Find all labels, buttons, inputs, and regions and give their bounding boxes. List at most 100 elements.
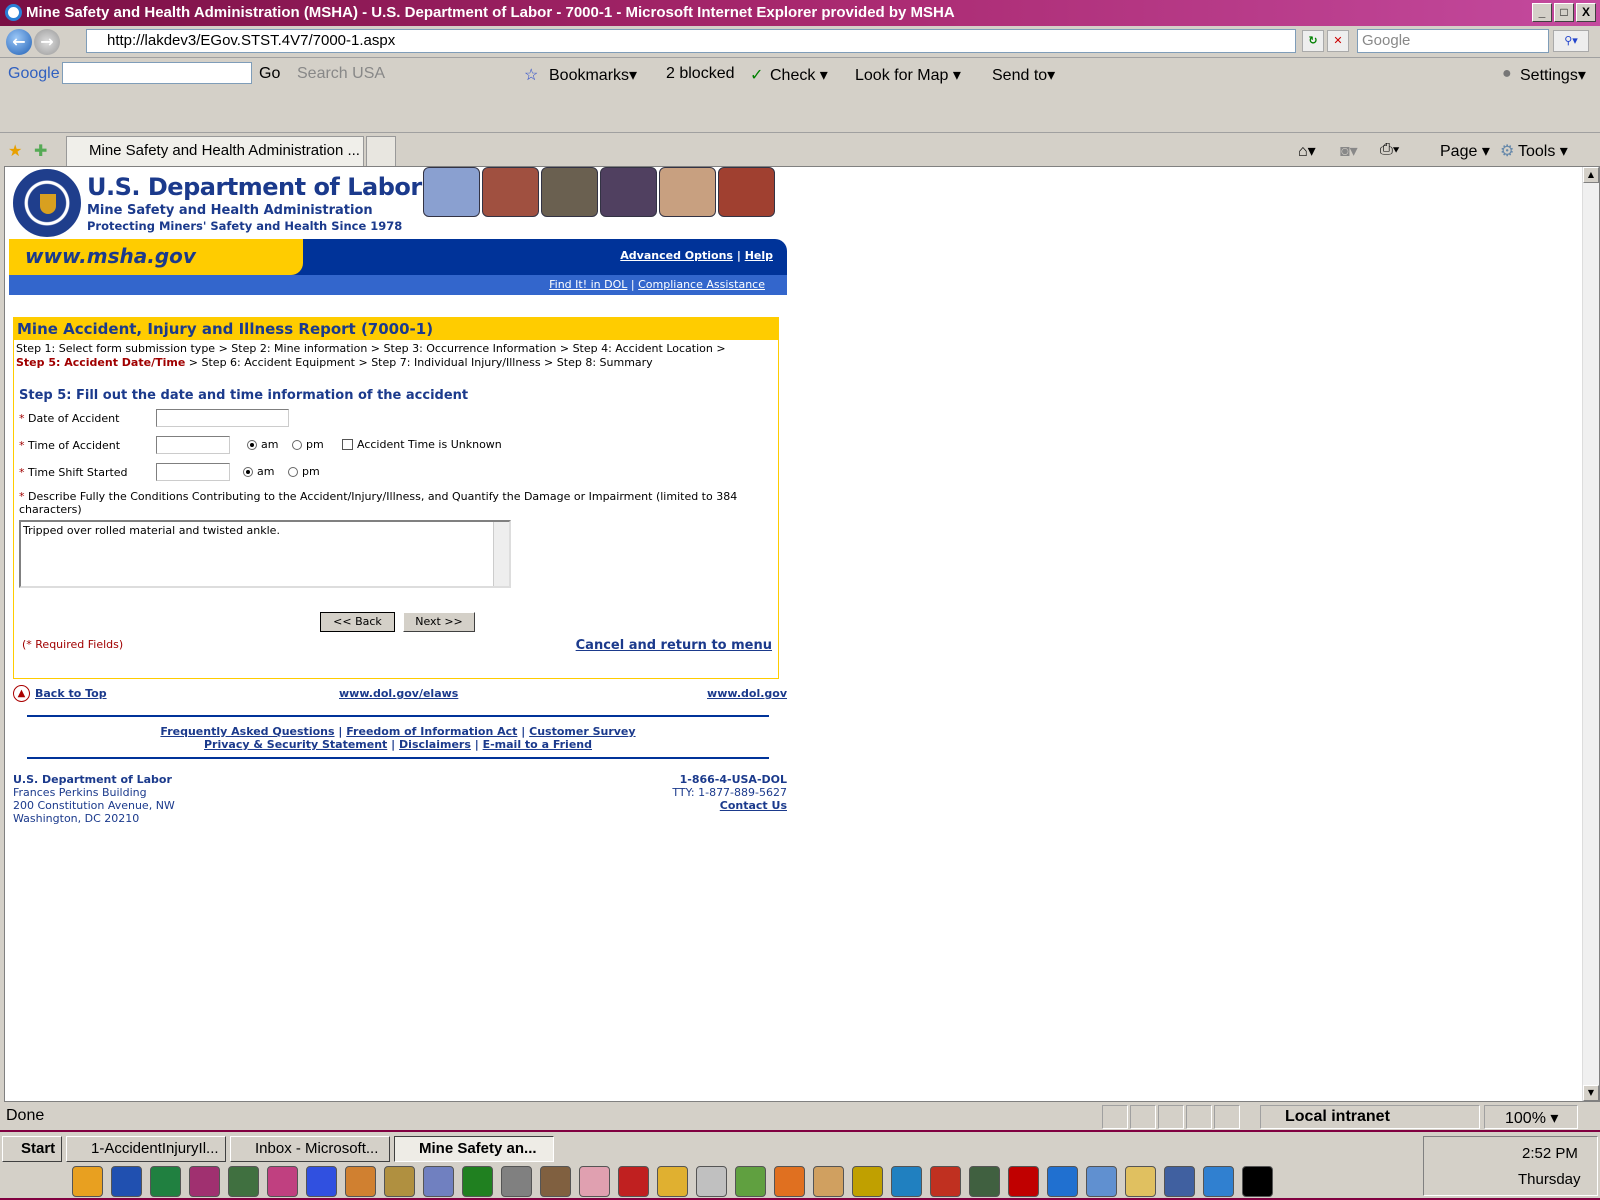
- popup-blocker-button[interactable]: 2 blocked: [666, 65, 735, 83]
- diamond-icon[interactable]: [501, 1166, 532, 1197]
- send-to-button[interactable]: Send to▾: [992, 65, 1055, 85]
- acrobat-icon[interactable]: [1008, 1166, 1039, 1197]
- ie-icon[interactable]: [1047, 1166, 1078, 1197]
- gremlin-icon[interactable]: [735, 1166, 766, 1197]
- favorites-star-icon[interactable]: ★: [8, 141, 22, 161]
- powerpoint-icon[interactable]: [189, 1166, 220, 1197]
- outlook-icon[interactable]: [72, 1166, 103, 1197]
- forward-nav-button[interactable]: →: [34, 29, 60, 55]
- cancel-link[interactable]: Cancel and return to menu: [576, 638, 772, 653]
- pinky-icon[interactable]: [579, 1166, 610, 1197]
- feeds-icon[interactable]: ◙▾: [1340, 141, 1358, 161]
- duck-icon[interactable]: [345, 1166, 376, 1197]
- sprite-icon[interactable]: [462, 1166, 493, 1197]
- ie-icon: [5, 4, 22, 21]
- search-input[interactable]: Google: [1357, 29, 1549, 53]
- project-icon[interactable]: [228, 1166, 259, 1197]
- look-for-map-button[interactable]: Look for Map ▾: [855, 65, 961, 85]
- help-link[interactable]: Help: [745, 249, 773, 262]
- back-button[interactable]: << Back: [320, 612, 395, 632]
- clock-time[interactable]: 2:52 PM: [1522, 1145, 1578, 1162]
- zoom-level[interactable]: 100% ▾: [1484, 1105, 1578, 1129]
- footer-link[interactable]: E-mail to a Friend: [483, 738, 592, 751]
- calc-icon[interactable]: [1164, 1166, 1195, 1197]
- taskbar-item-word[interactable]: 1-AccidentInjuryIl...: [66, 1136, 226, 1162]
- search-usa-button[interactable]: Search USA: [297, 65, 385, 83]
- site-url[interactable]: www.msha.gov: [9, 239, 303, 275]
- back-nav-button[interactable]: ←: [6, 29, 32, 55]
- security-zone[interactable]: Local intranet: [1260, 1105, 1480, 1129]
- window-title-bar: Mine Safety and Health Administration (M…: [0, 0, 1600, 26]
- cat-icon[interactable]: [696, 1166, 727, 1197]
- refresh-icon[interactable]: ↻: [1302, 30, 1324, 52]
- minimize-button[interactable]: _: [1532, 3, 1552, 22]
- add-favorite-icon[interactable]: ✚: [34, 141, 47, 161]
- bookmarks-button[interactable]: Bookmarks▾: [549, 65, 637, 85]
- time-am-radio[interactable]: am: [247, 438, 278, 451]
- shift-am-radio[interactable]: am: [243, 465, 274, 478]
- sync-icon[interactable]: [891, 1166, 922, 1197]
- tab-mine-safety[interactable]: Mine Safety and Health Administration ..…: [66, 136, 364, 166]
- word-icon[interactable]: [111, 1166, 142, 1197]
- dol-link[interactable]: www.dol.gov: [707, 687, 787, 700]
- back-to-top-icon[interactable]: ▲: [13, 685, 30, 702]
- divider: [27, 757, 769, 759]
- time-shift-started-input[interactable]: [156, 463, 230, 481]
- maximize-button[interactable]: □: [1554, 3, 1574, 22]
- pinwheel-icon[interactable]: [267, 1166, 298, 1197]
- textarea-scrollbar[interactable]: [493, 522, 509, 586]
- date-of-accident-input[interactable]: [156, 409, 289, 427]
- check-button[interactable]: Check ▾: [770, 65, 828, 85]
- next-button[interactable]: Next >>: [403, 612, 475, 632]
- time-unknown-checkbox[interactable]: Accident Time is Unknown: [342, 438, 502, 451]
- stop-icon[interactable]: ✕: [1327, 30, 1349, 52]
- time-pm-radio[interactable]: pm: [292, 438, 324, 451]
- search-folder-icon[interactable]: [813, 1166, 844, 1197]
- tiger-icon[interactable]: [774, 1166, 805, 1197]
- daffy-icon[interactable]: [969, 1166, 1000, 1197]
- address-input[interactable]: http://lakdev3/EGov.STST.4V7/7000-1.aspx: [86, 29, 1296, 53]
- footer-link[interactable]: Freedom of Information Act: [346, 725, 517, 738]
- explorer-search-icon[interactable]: [1125, 1166, 1156, 1197]
- moneybag-icon[interactable]: [384, 1166, 415, 1197]
- mouse-icon[interactable]: [618, 1166, 649, 1197]
- search-icon[interactable]: ⚲▾: [1553, 30, 1589, 52]
- advanced-options-link[interactable]: Advanced Options: [620, 249, 733, 262]
- taskbar-item-outlook[interactable]: Inbox - Microsoft...: [230, 1136, 390, 1162]
- compliance-link[interactable]: Compliance Assistance: [638, 278, 765, 291]
- note-icon[interactable]: [1203, 1166, 1234, 1197]
- taskbar-item-ie[interactable]: Mine Safety an...: [394, 1136, 554, 1162]
- cmd-icon[interactable]: [1242, 1166, 1273, 1197]
- describe-textarea[interactable]: Tripped over rolled material and twisted…: [19, 520, 511, 588]
- footer-link[interactable]: Disclaimers: [399, 738, 471, 751]
- gadget-icon[interactable]: [852, 1166, 883, 1197]
- bird-icon[interactable]: [423, 1166, 454, 1197]
- woody-icon[interactable]: [930, 1166, 961, 1197]
- page-menu[interactable]: Page ▾: [1440, 141, 1490, 161]
- footer-link[interactable]: Customer Survey: [529, 725, 635, 738]
- marge-icon[interactable]: [306, 1166, 337, 1197]
- go-button[interactable]: Go: [259, 65, 280, 83]
- footer-link[interactable]: Frequently Asked Questions: [160, 725, 334, 738]
- find-it-link[interactable]: Find It! in DOL: [549, 278, 627, 291]
- home-icon[interactable]: ⌂▾: [1298, 141, 1316, 161]
- tools-menu[interactable]: Tools ▾: [1518, 141, 1568, 161]
- zoom-value: 100%: [1505, 1110, 1546, 1127]
- vertical-scrollbar[interactable]: ▲ ▼: [1582, 167, 1599, 1101]
- elaws-link[interactable]: www.dol.gov/elaws: [339, 687, 458, 700]
- bug-icon[interactable]: [540, 1166, 571, 1197]
- excel-icon[interactable]: [150, 1166, 181, 1197]
- contact-us-link[interactable]: Contact Us: [720, 799, 787, 812]
- settings-button[interactable]: Settings▾: [1520, 65, 1586, 85]
- print-icon[interactable]: ⎙▾: [1380, 141, 1400, 159]
- google-search-input[interactable]: [62, 62, 252, 84]
- back-to-top-link[interactable]: Back to Top: [35, 687, 107, 700]
- shift-pm-radio[interactable]: pm: [288, 465, 320, 478]
- new-tab-button[interactable]: [366, 136, 396, 166]
- start-button[interactable]: Start: [2, 1136, 62, 1162]
- giraffe-icon[interactable]: [657, 1166, 688, 1197]
- notepad-icon[interactable]: [1086, 1166, 1117, 1197]
- footer-link[interactable]: Privacy & Security Statement: [204, 738, 387, 751]
- close-button[interactable]: X: [1576, 3, 1596, 22]
- time-of-accident-input[interactable]: [156, 436, 230, 454]
